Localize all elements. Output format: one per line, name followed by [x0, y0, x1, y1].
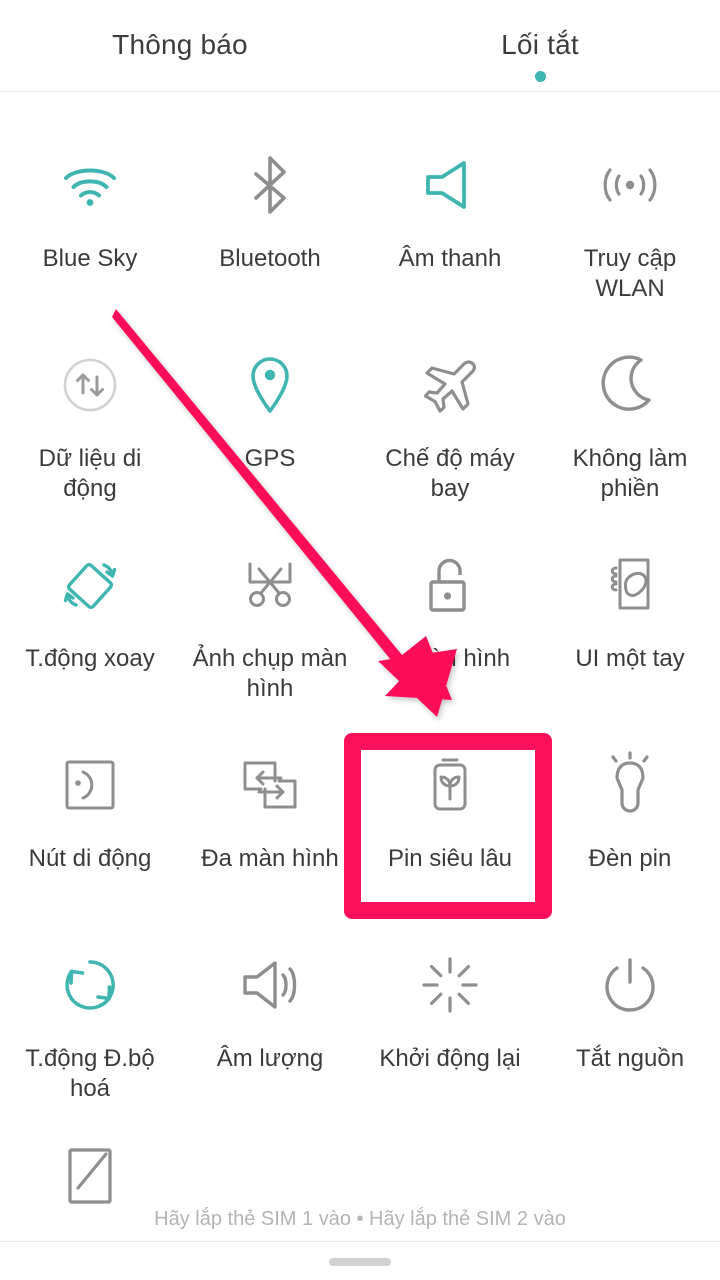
volume-icon [237, 952, 303, 1018]
tile-airplane-mode[interactable]: Chế độ máy bay [360, 334, 540, 534]
sim-status-text: Hãy lắp thẻ SIM 1 vào • Hãy lắp thẻ SIM … [154, 1208, 566, 1230]
toggle-row: Dữ liệu di động GPS Chế độ máy bay Không… [0, 334, 720, 534]
tile-sound[interactable]: Âm thanh [360, 134, 540, 334]
tile-lock-screen[interactable]: a màn hình [360, 534, 540, 734]
tile-label: UI một tay [575, 645, 685, 672]
tile-mobile-data[interactable]: Dữ liệu di động [0, 334, 180, 534]
tile-floating-button[interactable]: Nút di động [0, 734, 180, 934]
tile-label: Nút di động [28, 845, 152, 872]
tile-label: Chế độ máy bay [385, 445, 515, 502]
tile-battery-saver[interactable]: Pin siêu lâu [360, 734, 540, 934]
toggle-row: Nút di động Đa màn hình Pin siêu lâu Đèn… [0, 734, 720, 934]
edit-icon [57, 1146, 123, 1208]
tab-notifications[interactable]: Thông báo [0, 0, 360, 82]
split-screen-icon [237, 752, 303, 818]
flashlight-icon [597, 751, 663, 818]
tile-wlan-hotspot[interactable]: Truy cập WLAN [540, 134, 720, 334]
tile-auto-sync[interactable]: T.động Đ.bộ hoá [0, 934, 180, 1134]
quick-settings-screen: Thông báo Lối tắt Blue Sky Bluetooth Âm … [0, 0, 720, 1280]
tab-notifications-label: Thông báo [112, 29, 248, 60]
restart-icon [417, 952, 483, 1018]
tab-shortcuts[interactable]: Lối tắt [360, 0, 720, 82]
tile-label: T.động Đ.bộ hoá [25, 1045, 155, 1102]
location-pin-icon [237, 352, 303, 418]
tab-bar: Thông báo Lối tắt [0, 0, 720, 92]
toggle-row: Blue Sky Bluetooth Âm thanh Truy cập WLA… [0, 134, 720, 334]
one-hand-ui-icon [597, 552, 663, 618]
tile-label: Truy cập WLAN [583, 245, 677, 302]
tile-label: Âm lượng [216, 1045, 324, 1072]
battery-saver-icon [417, 752, 483, 818]
tile-label: Khởi động lại [379, 1045, 521, 1072]
tile-label: Dữ liệu di động [38, 445, 142, 502]
bluetooth-icon [237, 152, 303, 218]
moon-icon [597, 352, 663, 418]
tile-screenshot[interactable]: Ảnh chụp màn hình [180, 534, 360, 734]
wifi-icon [57, 152, 123, 218]
airplane-icon [417, 352, 483, 418]
footer-divider [0, 1241, 720, 1242]
tile-split-screen[interactable]: Đa màn hình [180, 734, 360, 934]
tile-label: Ảnh chụp màn hình [192, 645, 348, 702]
tile-label: Pin siêu lâu [387, 845, 513, 872]
tile-bluetooth[interactable]: Bluetooth [180, 134, 360, 334]
sound-icon [417, 152, 483, 218]
tile-label: T.động xoay [25, 645, 155, 672]
screenshot-icon [237, 552, 303, 618]
hotspot-icon [597, 152, 663, 218]
tile-label: Tắt nguồn [575, 1045, 685, 1072]
toggle-row: T.động xoay Ảnh chụp màn hình a màn hình… [0, 534, 720, 734]
mobile-data-icon [57, 352, 123, 418]
tile-label: Đa màn hình [201, 845, 339, 872]
auto-rotate-icon [57, 552, 123, 618]
tile-flashlight[interactable]: Đèn pin [540, 734, 720, 934]
quick-toggle-grid: Blue Sky Bluetooth Âm thanh Truy cập WLA… [0, 92, 720, 1220]
unlock-icon [417, 552, 483, 618]
tile-label: GPS [244, 445, 296, 472]
power-off-icon [597, 952, 663, 1018]
tile-one-hand-ui[interactable]: UI một tay [540, 534, 720, 734]
tab-shortcuts-label: Lối tắt [501, 29, 579, 60]
tile-label: Bluetooth [219, 245, 321, 272]
tile-volume[interactable]: Âm lượng [180, 934, 360, 1134]
tile-label: a màn hình [389, 645, 511, 672]
tile-label: Không làm phiền [572, 445, 688, 502]
home-indicator[interactable] [329, 1258, 391, 1266]
tile-label: Đèn pin [588, 845, 672, 872]
floating-button-icon [57, 752, 123, 818]
tile-gps[interactable]: GPS [180, 334, 360, 534]
tab-shortcuts-indicator [534, 71, 546, 82]
auto-sync-icon [57, 952, 123, 1018]
toggle-row: T.động Đ.bộ hoá Âm lượng Khởi động lại T… [0, 934, 720, 1134]
tile-do-not-disturb[interactable]: Không làm phiền [540, 334, 720, 534]
tile-label: Âm thanh [398, 245, 502, 272]
tile-blue-sky[interactable]: Blue Sky [0, 134, 180, 334]
tile-restart[interactable]: Khởi động lại [360, 934, 540, 1134]
tile-power-off[interactable]: Tắt nguồn [540, 934, 720, 1134]
tile-label: Blue Sky [42, 245, 138, 272]
tile-auto-rotate[interactable]: T.động xoay [0, 534, 180, 734]
